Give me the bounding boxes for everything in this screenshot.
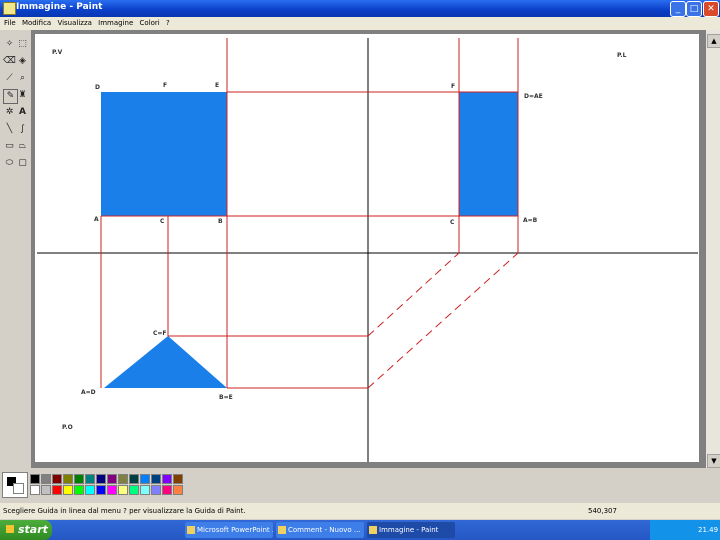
polygon-icon[interactable]: ⏢ [16, 140, 29, 153]
construction-lines-dashed [367, 252, 519, 389]
color-swatch[interactable] [30, 485, 40, 495]
color-swatch[interactable] [85, 474, 95, 484]
status-bar: Scegliere Guida in linea dal menu ? per … [0, 503, 720, 519]
color-swatch[interactable] [52, 474, 62, 484]
menu-file[interactable]: File [4, 17, 16, 30]
color-swatch[interactable] [41, 474, 51, 484]
menu-help[interactable]: ? [166, 17, 170, 30]
minimize-button[interactable]: _ [670, 1, 686, 17]
color-swatch[interactable] [63, 474, 73, 484]
label-po: P.O [62, 424, 73, 431]
current-colors[interactable] [2, 472, 28, 498]
label-f-side: F [451, 83, 455, 90]
color-swatch[interactable] [41, 485, 51, 495]
start-label: start [18, 523, 48, 536]
label-c-side: C [450, 219, 455, 226]
clock: 21.49 [698, 526, 719, 534]
menu-bar: File Modifica Visualizza Immagine Colori… [0, 17, 720, 30]
color-swatch[interactable] [129, 485, 139, 495]
label-a: A [94, 216, 99, 223]
rect-select-icon[interactable]: ⬚ [16, 38, 29, 51]
toolbox: ✧ ⬚ ⌫ ◈ ⟋ ⌕ ✎ ♜ ✲ A ╲ ∫ ▭ ⏢ ⬭ ▢ [0, 30, 32, 468]
color-swatch[interactable] [85, 485, 95, 495]
text-icon[interactable]: A [16, 106, 29, 119]
menu-immagine[interactable]: Immagine [98, 17, 133, 30]
taskbar: start Microsoft PowerPoint ... Comment -… [0, 520, 720, 540]
window-title: Immagine - Paint [16, 2, 103, 12]
brush-icon[interactable]: ♜ [16, 89, 29, 102]
color-swatch[interactable] [162, 485, 172, 495]
label-f: F [163, 82, 167, 89]
rect-side-view [458, 91, 519, 217]
square-front-view [101, 92, 227, 216]
color-swatch[interactable] [162, 474, 172, 484]
magnifier-icon[interactable]: ⌕ [16, 72, 29, 85]
label-e: E [215, 82, 219, 89]
color-swatch[interactable] [140, 474, 150, 484]
ellipse-icon[interactable]: ⬭ [3, 157, 16, 170]
powerpoint-icon [187, 526, 195, 534]
free-select-icon[interactable]: ✧ [3, 38, 16, 51]
menu-modifica[interactable]: Modifica [22, 17, 51, 30]
scroll-up-icon[interactable]: ▲ [707, 34, 720, 48]
color-swatch[interactable] [151, 474, 161, 484]
color-swatch[interactable] [74, 474, 84, 484]
color-swatch[interactable] [173, 485, 183, 495]
rounded-rect-icon[interactable]: ▢ [16, 157, 29, 170]
scroll-down-icon[interactable]: ▼ [707, 454, 720, 468]
close-button[interactable]: ✕ [703, 1, 719, 17]
color-swatch[interactable] [118, 474, 128, 484]
label-b: B [218, 218, 223, 225]
eraser-icon[interactable]: ⌫ [3, 55, 16, 68]
color-picker-icon[interactable]: ⟋ [3, 72, 16, 85]
color-swatch[interactable] [96, 474, 106, 484]
vertical-scrollbar[interactable]: ▲ ▼ [706, 30, 720, 468]
color-swatch[interactable] [74, 485, 84, 495]
color-swatch[interactable] [129, 474, 139, 484]
task-paint[interactable]: Immagine - Paint [367, 522, 455, 538]
label-pv: P.V [52, 49, 63, 56]
label-c-f: C=F [153, 330, 167, 337]
curve-icon[interactable]: ∫ [16, 123, 29, 136]
color-swatch[interactable] [30, 474, 40, 484]
color-swatch[interactable] [140, 485, 150, 495]
label-pl: P.L [617, 52, 627, 59]
label-a-d: A=D [81, 389, 96, 396]
label-a-b: A=B [523, 217, 538, 224]
task-comment[interactable]: Comment - Nuovo ... [276, 522, 364, 538]
label-d-ae: D=AE [524, 93, 543, 100]
maximize-button[interactable]: □ [686, 1, 702, 17]
label-d: D [95, 84, 100, 91]
color-swatch[interactable] [107, 474, 117, 484]
triangle-top-view [104, 336, 227, 388]
paint-app-icon [3, 2, 16, 15]
color-swatch[interactable] [173, 474, 183, 484]
color-swatch[interactable] [63, 485, 73, 495]
task-powerpoint[interactable]: Microsoft PowerPoint ... [185, 522, 273, 538]
drawing-canvas[interactable]: P.V P.L P.O D F E A C B F D=AE C A=B C=F… [35, 34, 699, 462]
color-swatch[interactable] [96, 485, 106, 495]
start-button[interactable]: start [0, 520, 52, 540]
label-b-e: B=E [219, 394, 233, 401]
status-hint: Scegliere Guida in linea dal menu ? per … [3, 507, 246, 515]
menu-visualizza[interactable]: Visualizza [57, 17, 91, 30]
color-swatch[interactable] [107, 485, 117, 495]
color-swatch[interactable] [52, 485, 62, 495]
airbrush-icon[interactable]: ✲ [3, 106, 16, 119]
label-c: C [160, 218, 165, 225]
system-tray: 21.49 [650, 520, 720, 540]
color-palette [0, 468, 720, 500]
line-icon[interactable]: ╲ [3, 123, 16, 136]
fill-bucket-icon[interactable]: ◈ [16, 55, 29, 68]
document-icon [278, 526, 286, 534]
title-bar: Immagine - Paint _ □ ✕ [0, 0, 720, 17]
rectangle-icon[interactable]: ▭ [3, 140, 16, 153]
color-swatch[interactable] [151, 485, 161, 495]
status-coords: 540,307 [588, 507, 617, 515]
color-swatch[interactable] [118, 485, 128, 495]
paint-icon [369, 526, 377, 534]
menu-colori[interactable]: Colori [140, 17, 160, 30]
